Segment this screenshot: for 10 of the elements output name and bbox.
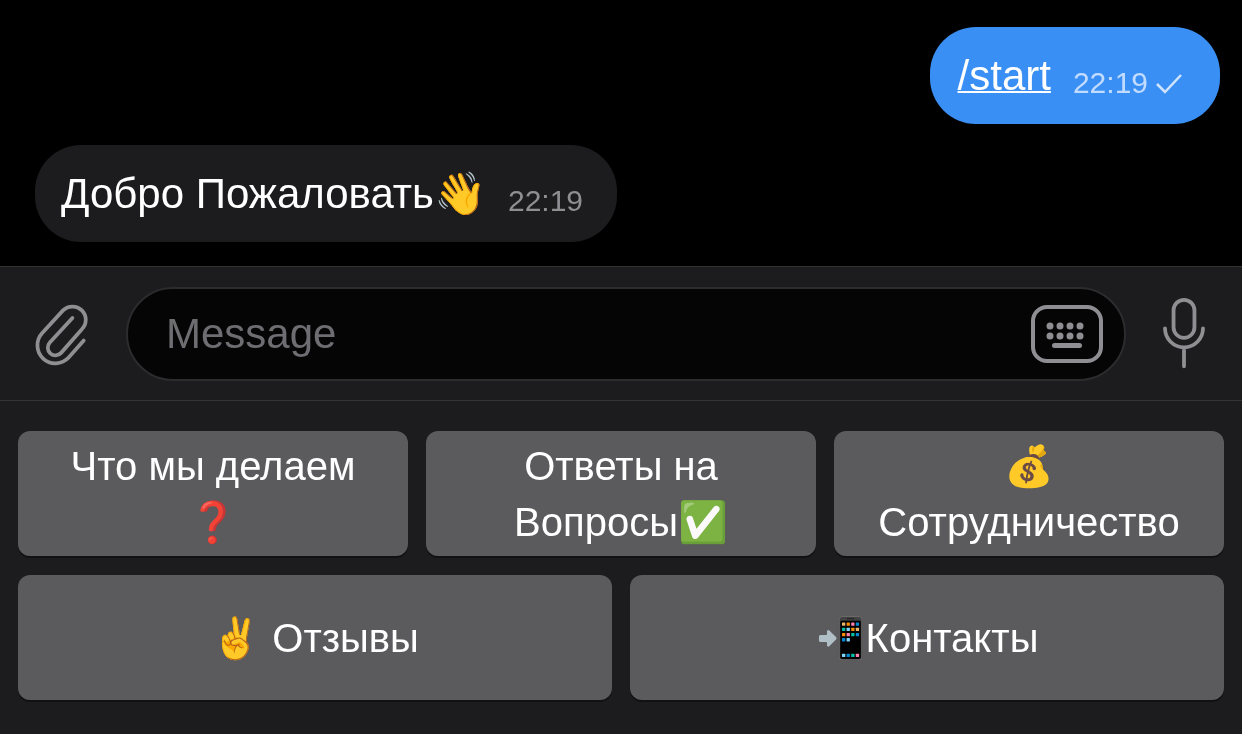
message-field[interactable]: Message [126,286,1126,381]
keyboard-button[interactable]: Ответы на Вопросы✅ [426,431,816,556]
keyboard-icon[interactable] [1030,303,1104,364]
keyboard-button[interactable]: Что мы делаем ❓ [18,431,408,556]
message-text: Добро Пожаловать👋 [61,169,486,218]
keyboard-button[interactable]: 💰 Сотрудничество [834,431,1224,556]
keyboard-button[interactable]: ✌ Отзывы [18,575,612,700]
message-time: 22:19 [1072,65,1148,100]
keyboard-button[interactable]: 📲Контакты [630,575,1224,700]
message-time: 22:19 [508,183,584,218]
